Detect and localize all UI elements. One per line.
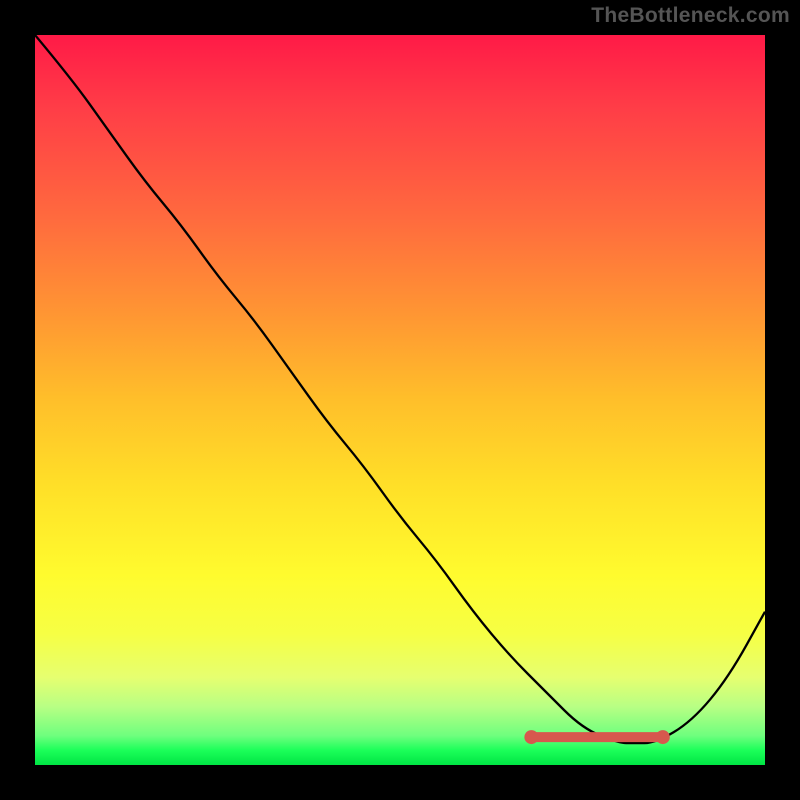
optimal-range-start-dot — [524, 730, 538, 744]
chart-container: TheBottleneck.com — [0, 0, 800, 800]
bottleneck-curve — [35, 35, 765, 743]
watermark-text: TheBottleneck.com — [591, 4, 790, 28]
curve-overlay — [35, 35, 765, 765]
plot-area — [35, 35, 765, 765]
optimal-range-end-dot — [656, 730, 670, 744]
